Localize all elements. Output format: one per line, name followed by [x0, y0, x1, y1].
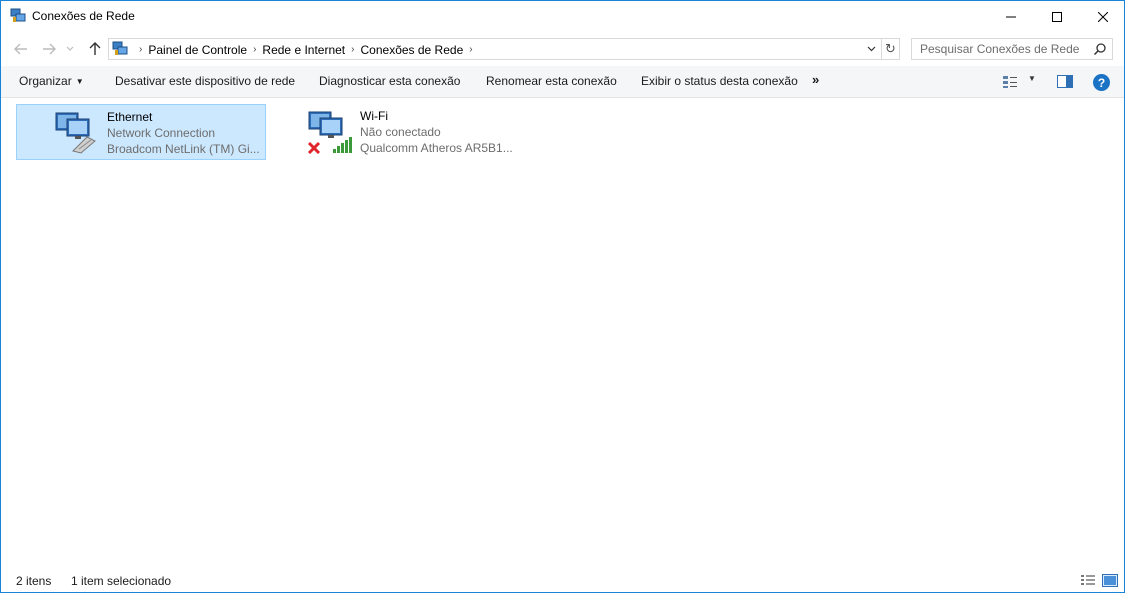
item-count: 2 itens	[16, 574, 52, 588]
refresh-button[interactable]: ↻	[882, 38, 900, 60]
search-icon[interactable]	[1093, 42, 1107, 56]
connection-name: Ethernet	[107, 110, 153, 124]
rename-connection-button[interactable]: Renomear esta conexão	[486, 74, 617, 88]
minimize-icon	[1006, 16, 1016, 17]
change-view-icon[interactable]	[1002, 75, 1018, 89]
window-title: Conexões de Rede	[32, 9, 135, 23]
connection-item-ethernet[interactable]: Ethernet Network Connection Broadcom Net…	[16, 104, 266, 160]
item-text: Wi-Fi Não conectado Qualcomm Atheros AR5…	[360, 108, 513, 156]
organize-button[interactable]: Organizar ▼	[19, 74, 84, 88]
chevron-right-icon[interactable]: ›	[351, 44, 354, 55]
breadcrumb-network-internet[interactable]: Rede e Internet	[262, 43, 345, 57]
chevron-down-icon	[66, 46, 74, 51]
minimize-button[interactable]	[988, 1, 1034, 32]
forward-button[interactable]	[39, 39, 59, 59]
connection-status: Não conectado	[360, 125, 441, 139]
help-icon[interactable]: ?	[1093, 74, 1110, 91]
connection-device: Qualcomm Atheros AR5B1...	[360, 141, 513, 155]
chevron-right-icon[interactable]: ›	[469, 44, 472, 55]
chevron-right-icon[interactable]: ›	[253, 44, 256, 55]
breadcrumb-network-connections[interactable]: Conexões de Rede	[361, 43, 464, 57]
diagnose-connection-button[interactable]: Diagnosticar esta conexão	[319, 74, 460, 88]
network-connections-icon	[10, 8, 26, 22]
item-text: Ethernet Network Connection Broadcom Net…	[107, 109, 260, 157]
disconnected-x-icon	[307, 141, 321, 154]
back-button[interactable]	[11, 39, 31, 59]
navigation-bar: › Painel de Controle › Rede e Internet ›…	[1, 32, 1124, 66]
arrow-right-icon	[43, 43, 56, 55]
arrow-up-icon	[89, 42, 101, 55]
organize-label: Organizar	[19, 74, 72, 88]
title-bar: Conexões de Rede	[1, 1, 1124, 32]
selection-count: 1 item selecionado	[71, 574, 172, 588]
connection-item-wifi[interactable]: Wi-Fi Não conectado Qualcomm Atheros AR5…	[301, 104, 551, 160]
breadcrumb-control-panel[interactable]: Painel de Controle	[148, 43, 247, 57]
preview-pane-icon[interactable]	[1057, 75, 1073, 88]
more-commands-button[interactable]: »	[812, 72, 819, 87]
search-box[interactable]	[911, 38, 1113, 60]
refresh-icon: ↻	[885, 41, 896, 56]
close-icon	[1098, 11, 1108, 22]
status-bar: 2 itens 1 item selecionado	[1, 570, 1124, 592]
connections-list: Ethernet Network Connection Broadcom Net…	[1, 98, 1124, 566]
command-bar: Organizar ▼ Desativar este dispositivo de…	[1, 66, 1124, 98]
maximize-icon	[1052, 11, 1062, 22]
search-input[interactable]	[912, 39, 1090, 59]
connection-status: Network Connection	[107, 126, 216, 140]
maximize-button[interactable]	[1034, 1, 1080, 32]
chevron-down-icon	[867, 46, 875, 52]
chevron-right-icon[interactable]: ›	[139, 44, 142, 55]
connection-name: Wi-Fi	[360, 109, 388, 123]
large-icons-view-icon[interactable]	[1102, 574, 1118, 587]
ethernet-adapter-icon	[55, 112, 96, 154]
caret-down-icon: ▼	[75, 77, 84, 86]
view-status-button[interactable]: Exibir o status desta conexão	[641, 74, 798, 88]
network-connections-icon	[112, 41, 128, 55]
details-view-icon[interactable]	[1080, 574, 1096, 587]
up-button[interactable]	[85, 39, 105, 59]
close-button[interactable]	[1080, 1, 1125, 32]
breadcrumb: › Painel de Controle › Rede e Internet ›…	[133, 42, 479, 57]
arrow-left-icon	[14, 43, 27, 55]
address-dropdown-button[interactable]	[863, 41, 879, 57]
address-bar[interactable]: › Painel de Controle › Rede e Internet ›…	[108, 38, 882, 60]
signal-bars-icon	[333, 137, 352, 153]
view-options-dropdown[interactable]: ▼	[1028, 74, 1036, 83]
recent-locations-button[interactable]	[64, 39, 76, 59]
explorer-window: Conexões de Rede › Painel de Controle › …	[0, 0, 1125, 593]
connection-device: Broadcom NetLink (TM) Gi...	[107, 142, 260, 156]
wifi-adapter-icon	[307, 111, 352, 154]
disable-device-button[interactable]: Desativar este dispositivo de rede	[115, 74, 295, 88]
